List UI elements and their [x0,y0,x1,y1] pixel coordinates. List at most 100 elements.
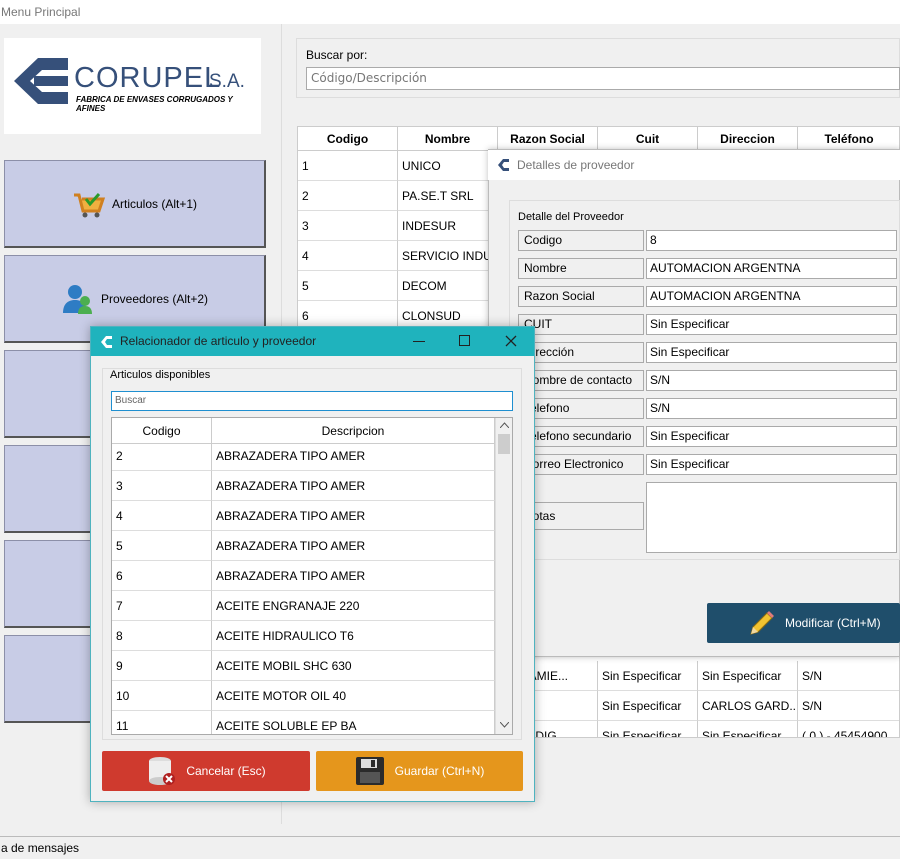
table-cell[interactable]: 5 [298,271,398,301]
table-cell[interactable]: Sin Especificar [598,691,698,721]
table-cell[interactable]: ACEITE SOLUBLE EP BA [212,711,495,734]
telefono-field[interactable]: S/N [646,398,897,419]
cancelar-button[interactable]: Cancelar (Esc) [102,751,310,791]
field-label: Dirección [518,342,644,363]
table-cell[interactable]: ( 0 ) - 45454900 [798,721,899,737]
company-logo: CORUPEL S.A. FABRICA DE ENVASES CORRUGAD… [4,38,261,134]
cancelar-label: Cancelar (Esc) [186,764,266,778]
contacto-field[interactable]: S/N [646,370,897,391]
modificar-label: Modificar (Ctrl+M) [785,616,881,630]
field-label: Telefono secundario [518,426,644,447]
articulos-scrollbar[interactable] [495,418,512,734]
scroll-thumb[interactable] [498,434,510,454]
table-cell[interactable]: S/N [798,661,899,691]
table-cell[interactable]: 2 [298,181,398,211]
status-bar: a de mensajes [0,836,900,859]
modificar-button[interactable]: Modificar (Ctrl+M) [707,603,900,643]
table-cell[interactable]: 4 [112,501,212,531]
table-cell[interactable]: PA.SE.T SRL [398,181,498,211]
column-header-cuit[interactable]: Cuit [598,127,698,151]
table-cell[interactable]: 3 [298,211,398,241]
minimize-icon[interactable] [413,341,425,342]
field-label: Telefono [518,398,644,419]
scroll-down-icon[interactable] [500,722,509,728]
table-cell[interactable]: CARLOS GARD... [698,691,798,721]
table-cell[interactable]: 7 [112,591,212,621]
table-cell[interactable]: 8 [112,621,212,651]
table-cell[interactable]: 5 [112,531,212,561]
detalle-group-label: Detalle del Proveedor [518,211,624,223]
telefono-secundario-field[interactable]: Sin Especificar [646,426,897,447]
table-cell[interactable]: ACEITE MOTOR OIL 40 [212,681,495,711]
table-cell[interactable]: ABRAZADERA TIPO AMER [212,441,495,471]
table-cell[interactable]: ACEITE HIDRAULICO T6 [212,621,495,651]
detalles-title-text: Detalles de proveedor [517,158,635,172]
table-cell[interactable]: 10 [112,681,212,711]
table-cell[interactable]: Sin Especificar [698,721,798,737]
nav-articulos-label: Articulos (Alt+1) [111,196,198,211]
app-icon [498,159,509,171]
nombre-field[interactable]: AUTOMACION ARGENTNA [646,258,897,279]
users-icon [62,284,92,314]
razon-social-field[interactable]: AUTOMACION ARGENTNA [646,286,897,307]
maximize-icon[interactable] [459,335,470,346]
app-icon [101,336,112,348]
nav-articulos-button[interactable]: Articulos (Alt+1) [4,160,266,248]
field-label: Razon Social [518,286,644,307]
database-cancel-icon [149,757,176,785]
correo-field[interactable]: Sin Especificar [646,454,897,475]
table-cell[interactable]: ABRAZADERA TIPO AMER [212,531,495,561]
articulos-table: Codigo Descripcion 2 ABRAZADERA TIPO AME… [111,417,513,735]
table-cell[interactable]: 4 [298,241,398,271]
pencil-icon [750,611,774,635]
field-label: CUIT [518,314,644,335]
notas-field[interactable] [646,482,897,553]
table-cell[interactable]: 2 [112,441,212,471]
search-input[interactable]: Código/Descripción [306,67,900,90]
close-icon[interactable] [505,335,517,347]
guardar-label: Guardar (Ctrl+N) [394,764,485,778]
articulos-group-label: Articulos disponibles [110,369,211,381]
field-label: Nombre [518,258,644,279]
table-cell[interactable]: 9 [112,651,212,681]
floppy-disk-icon [355,757,384,785]
logo-suffix: S.A. [209,71,245,92]
table-cell[interactable]: ABRAZADERA TIPO AMER [212,471,495,501]
column-header-razon-social[interactable]: Razon Social [498,127,598,151]
table-cell[interactable]: S/N [798,691,899,721]
table-cell[interactable]: UNICO [398,151,498,181]
search-label: Buscar por: [306,48,368,62]
table-cell[interactable]: ACEITE ENGRANAJE 220 [212,591,495,621]
table-cell[interactable]: Sin Especificar [598,661,698,691]
table-cell[interactable]: DECOM [398,271,498,301]
scroll-up-icon[interactable] [500,422,509,428]
column-header-codigo[interactable]: Codigo [298,127,398,151]
table-cell[interactable]: INDESUR [398,211,498,241]
table-cell[interactable]: ACEITE MOBIL SHC 630 [212,651,495,681]
cuit-field[interactable]: Sin Especificar [646,314,897,335]
table-cell[interactable]: 11 [112,711,212,734]
relacionador-title-text: Relacionador de articulo y proveedor [120,334,317,348]
direccion-field[interactable]: Sin Especificar [646,342,897,363]
detalles-window-title: Detalles de proveedor [488,150,900,180]
column-header-telefono[interactable]: Teléfono [798,127,899,151]
table-cell[interactable]: 3 [112,471,212,501]
column-header-nombre[interactable]: Nombre [398,127,498,151]
codigo-field[interactable]: 8 [646,230,897,251]
nav-proveedores-label: Proveedores (Alt+2) [100,291,209,306]
table-cell[interactable]: ABRAZADERA TIPO AMER [212,501,495,531]
field-label: Correo Electronico [518,454,644,475]
logo-tagline: FABRICA DE ENVASES CORRUGADOS Y AFINES [76,95,233,113]
table-cell[interactable]: SERVICIO INDU... [398,241,498,271]
field-label: Notas [518,502,644,530]
field-label: Nombre de contacto [518,370,644,391]
main-window-title: Menu Principal [0,0,900,24]
table-cell[interactable]: 1 [298,151,398,181]
column-header-direccion[interactable]: Direccion [698,127,798,151]
table-cell[interactable]: ABRAZADERA TIPO AMER [212,561,495,591]
table-cell[interactable]: Sin Especificar [598,721,698,737]
articulos-search-input[interactable]: Buscar [111,391,513,411]
table-cell[interactable]: Sin Especificar [698,661,798,691]
guardar-button[interactable]: Guardar (Ctrl+N) [316,751,523,791]
table-cell[interactable]: 6 [112,561,212,591]
